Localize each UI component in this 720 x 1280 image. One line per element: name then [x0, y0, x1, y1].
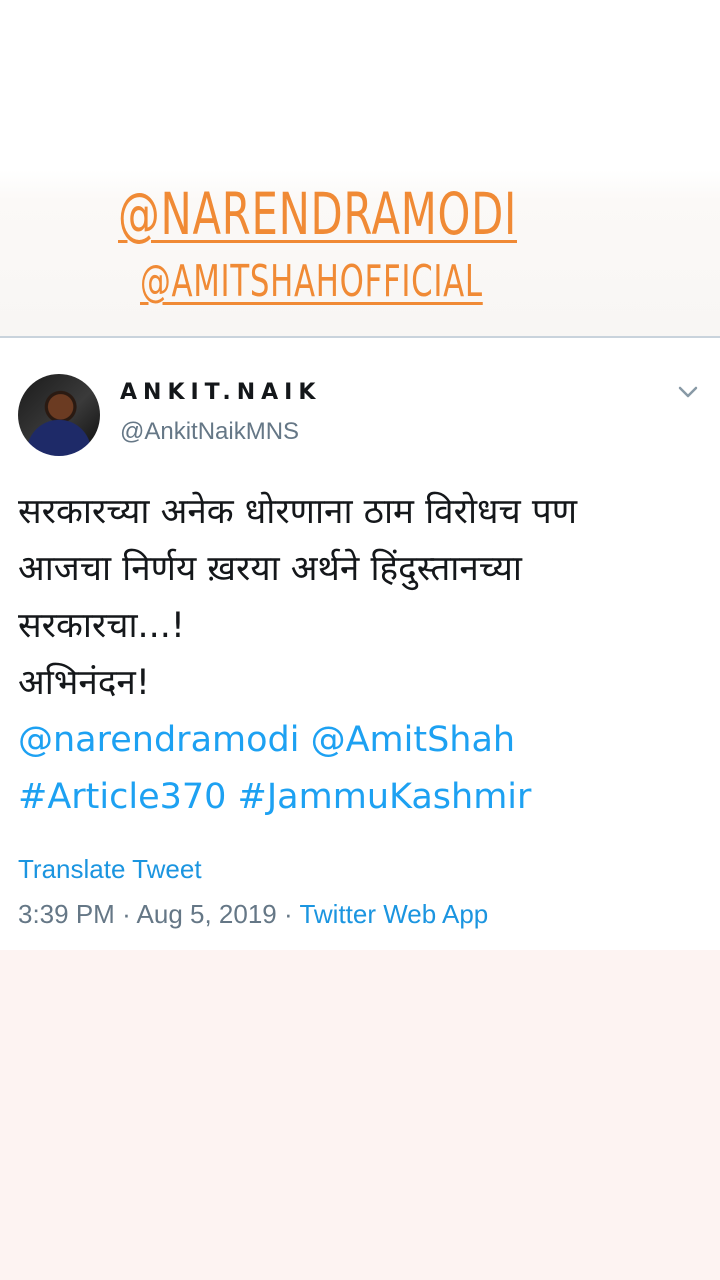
author-name[interactable]: ANKIT.NAIK	[120, 380, 321, 405]
author-handle[interactable]: @AnkitNaikMNS	[120, 418, 299, 446]
tweet-date: Aug 5, 2019	[136, 899, 277, 929]
tweet-metadata: 3:39 PM · Aug 5, 2019 · Twitter Web App	[18, 899, 488, 930]
overlay-mention-narendramodi[interactable]: @NARENDRAMODI	[118, 180, 517, 248]
tweet-text-line: आजचा निर्णय ख़रया अर्थने हिंदुस्तानच्या	[18, 549, 522, 589]
tweet-mentions-link[interactable]: @narendramodi @AmitShah	[18, 712, 708, 769]
tweet-text: सरकारच्या अनेक धोरणाना ठाम विरोधच पण आजच…	[18, 484, 708, 826]
translate-tweet-link[interactable]: Translate Tweet	[18, 854, 202, 885]
meta-separator: ·	[122, 899, 131, 929]
tweet-text-line: सरकारच्या अनेक धोरणाना ठाम विरोधच पण	[18, 492, 578, 532]
story-bottom-background	[0, 950, 720, 1280]
tweet-source-app-link[interactable]: Twitter Web App	[299, 899, 488, 929]
avatar[interactable]	[18, 374, 100, 456]
meta-separator: ·	[284, 899, 293, 929]
tweet-time: 3:39 PM	[18, 899, 115, 929]
tweet-hashtags-link[interactable]: #Article370 #JammuKashmir	[18, 769, 708, 826]
tweet-text-line: सरकारचा...!	[18, 606, 185, 646]
tweet-card: ANKIT.NAIK @AnkitNaikMNS सरकारच्या अनेक …	[0, 338, 720, 950]
overlay-mention-amitshahofficial[interactable]: @AMITSHAHOFFICIAL	[140, 256, 483, 307]
tweet-text-line: अभिनंदन!	[18, 663, 150, 703]
chevron-down-icon[interactable]	[674, 378, 702, 406]
